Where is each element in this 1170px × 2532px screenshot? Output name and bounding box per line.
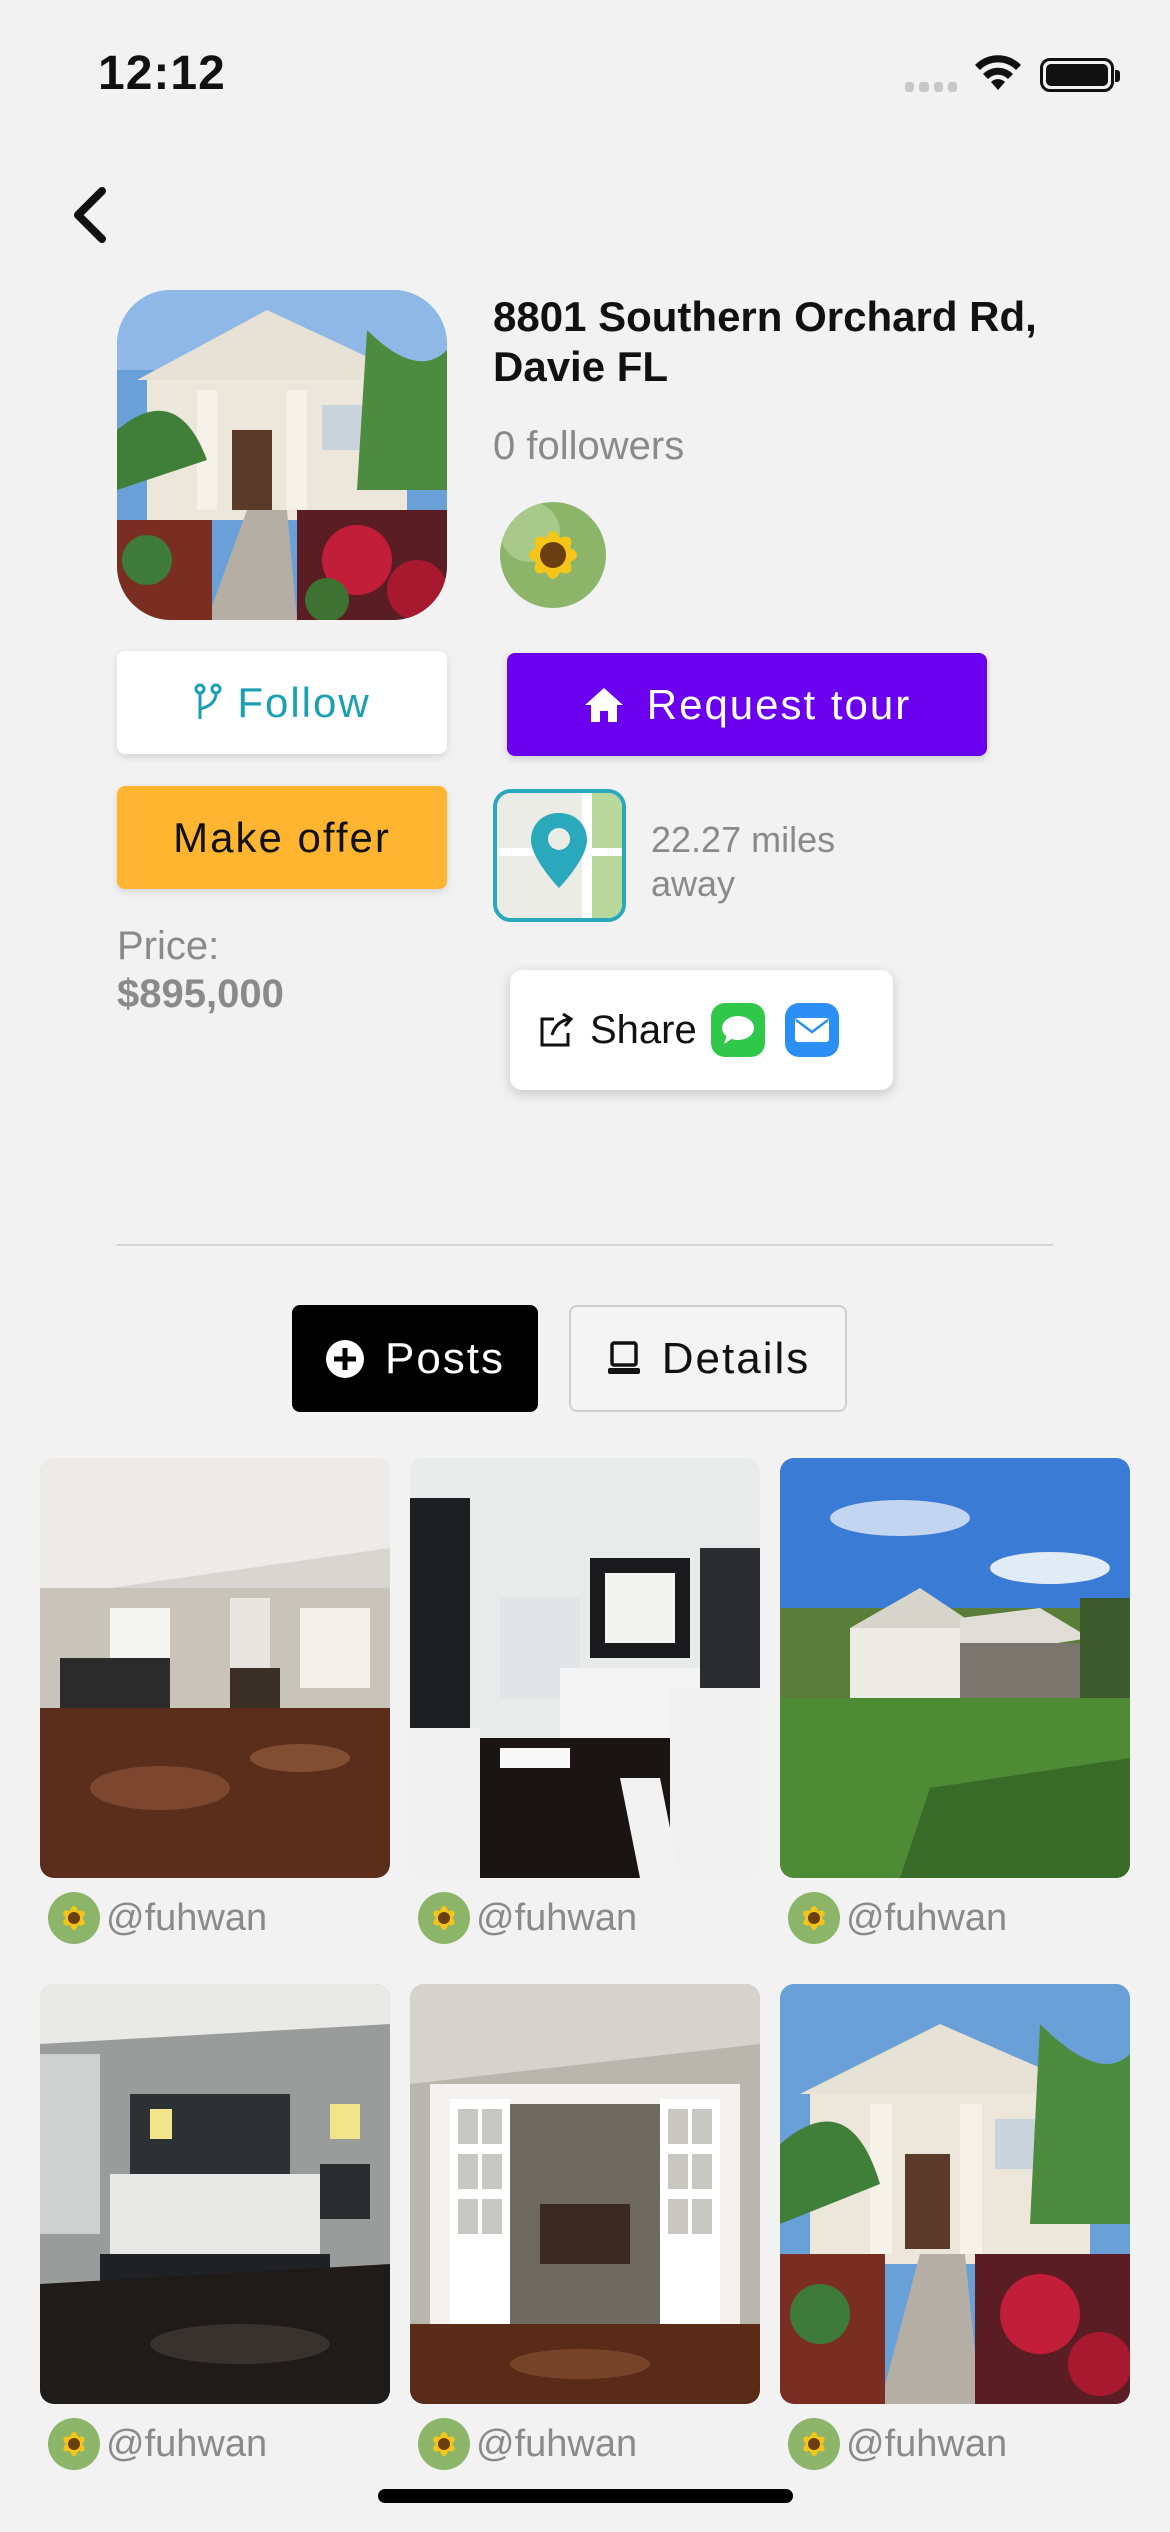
messages-icon[interactable] — [710, 1003, 765, 1057]
post-card[interactable]: @fuhwan — [40, 1458, 390, 1944]
post-card[interactable]: @fuhwan — [410, 1458, 760, 1944]
price-value: $895,000 — [117, 972, 284, 1016]
post-username[interactable]: @fuhwan — [476, 1897, 637, 1940]
follower-avatar[interactable] — [500, 502, 606, 608]
tab-posts-label: Posts — [384, 1333, 506, 1383]
post-photo[interactable] — [410, 1458, 760, 1878]
user-avatar[interactable] — [788, 2418, 840, 2470]
status-time: 12:12 — [98, 47, 226, 100]
post-username[interactable]: @fuhwan — [106, 2423, 267, 2466]
user-avatar[interactable] — [48, 2418, 100, 2470]
map-icon[interactable] — [493, 789, 626, 922]
mail-icon[interactable] — [784, 1003, 839, 1057]
post-username[interactable]: @fuhwan — [106, 1897, 267, 1940]
section-divider — [117, 1244, 1053, 1246]
price-label: Price: — [117, 924, 220, 968]
wifi-icon — [972, 52, 1024, 97]
user-avatar[interactable] — [48, 1892, 100, 1944]
cellular-signal-icon — [905, 82, 957, 92]
back-button[interactable] — [60, 180, 120, 250]
post-username[interactable]: @fuhwan — [846, 2423, 1007, 2466]
follow-label: Follow — [237, 678, 371, 726]
tab-details-label: Details — [661, 1333, 811, 1383]
tab-posts[interactable]: Posts — [292, 1305, 538, 1412]
make-offer-label: Make offer — [173, 813, 391, 861]
post-card[interactable]: @fuhwan — [780, 1984, 1130, 2470]
share-icon — [540, 1012, 574, 1047]
share-card[interactable]: Share — [510, 970, 893, 1090]
post-card[interactable]: @fuhwan — [40, 1984, 390, 2470]
battery-icon — [1040, 58, 1120, 92]
post-photo[interactable] — [410, 1984, 760, 2404]
followers-count: 0 followers — [493, 424, 685, 468]
post-photo[interactable] — [780, 1984, 1130, 2404]
home-icon — [584, 687, 623, 722]
distance-text: 22.27 miles away — [651, 819, 836, 904]
share-label: Share — [590, 1007, 697, 1052]
post-card[interactable]: @fuhwan — [410, 1984, 760, 2470]
property-main-photo[interactable] — [117, 290, 447, 620]
post-photo[interactable] — [780, 1458, 1130, 1878]
request-tour-button[interactable]: Request tour — [507, 653, 987, 756]
user-avatar[interactable] — [788, 1892, 840, 1944]
user-avatar[interactable] — [418, 1892, 470, 1944]
post-photo[interactable] — [40, 1984, 390, 2404]
home-indicator[interactable] — [378, 2489, 793, 2503]
plus-circle-icon — [325, 1339, 364, 1378]
post-photo[interactable] — [40, 1458, 390, 1878]
status-bar: 12:12 — [0, 0, 1170, 150]
post-username[interactable]: @fuhwan — [476, 2423, 637, 2466]
post-username[interactable]: @fuhwan — [846, 1897, 1007, 1940]
user-avatar[interactable] — [418, 2418, 470, 2470]
fork-icon — [194, 683, 222, 719]
laptop-icon — [607, 1340, 640, 1374]
property-address: 8801 Southern Orchard Rd, Davie FL — [493, 293, 1037, 390]
follow-button[interactable]: Follow — [117, 651, 447, 754]
make-offer-button[interactable]: Make offer — [117, 786, 447, 889]
request-tour-label: Request tour — [646, 680, 912, 728]
chevron-left-icon — [74, 187, 106, 243]
tab-details[interactable]: Details — [569, 1305, 847, 1412]
post-card[interactable]: @fuhwan — [780, 1458, 1130, 1944]
